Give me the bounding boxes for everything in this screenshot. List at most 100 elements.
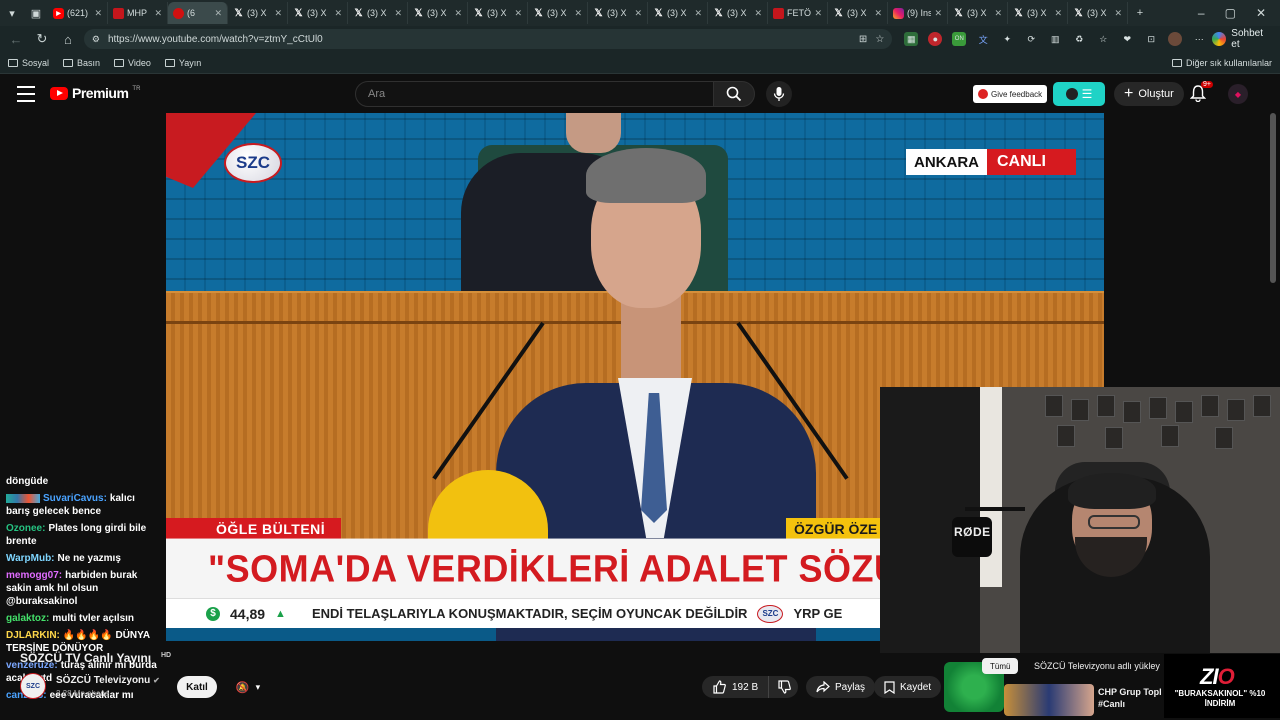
channel-avatar[interactable]: SZC — [20, 673, 46, 699]
reload-button[interactable]: ↻ — [32, 29, 52, 49]
maximize-button[interactable]: ▢ — [1225, 6, 1236, 20]
extension-menu-button[interactable]: ☰ — [1053, 82, 1105, 106]
save-button[interactable]: Kaydet — [874, 676, 942, 698]
browser-tab[interactable]: 𝕏 (3) X ✕ — [648, 2, 708, 24]
youtube-premium-logo[interactable]: Premium TR — [50, 85, 140, 101]
close-tab-icon[interactable]: ✕ — [94, 8, 102, 19]
browser-tab[interactable]: 𝕏 (3) X ✕ — [948, 2, 1008, 24]
recommendation-title[interactable]: CHP Grup Topl #Canlı — [1098, 686, 1168, 710]
close-tab-icon[interactable]: ✕ — [754, 8, 762, 19]
voice-search-button[interactable] — [766, 81, 792, 107]
browser-tab[interactable]: 𝕏 (3) X ✕ — [1008, 2, 1068, 24]
notifications-button[interactable]: 9+ — [1189, 81, 1213, 104]
new-tab-button[interactable]: + — [1128, 2, 1152, 24]
browser-tab[interactable]: (9) Ins ✕ — [888, 2, 948, 24]
chip-all[interactable]: Tümü — [982, 658, 1019, 674]
close-tab-icon[interactable]: ✕ — [574, 8, 582, 19]
bookmark-folder-basin[interactable]: Basın — [63, 58, 100, 68]
browser-tab[interactable]: ▶ (621) ✕ — [48, 2, 108, 24]
close-tab-icon[interactable]: ✕ — [994, 8, 1002, 19]
home-button[interactable]: ⌂ — [58, 29, 78, 49]
address-bar[interactable]: ⚙ https://www.youtube.com/watch?v=ztmY_c… — [83, 29, 893, 49]
bookmark-folder-video[interactable]: Video — [114, 58, 151, 68]
browser-tab[interactable]: 𝕏 (3) X ✕ — [708, 2, 768, 24]
webcam-streamer-glasses — [1088, 515, 1140, 529]
extension-green-icon[interactable]: ON — [952, 32, 967, 46]
x-logo-icon: 𝕏 — [534, 7, 543, 19]
channel-watermark-logo: SZC — [224, 143, 282, 183]
other-bookmarks-folder[interactable]: Diğer sık kullanılanlar — [1171, 58, 1272, 68]
close-tab-icon[interactable]: ✕ — [394, 8, 402, 19]
site-info-icon[interactable]: ⚙ — [92, 34, 100, 45]
search-input[interactable]: Ara — [355, 81, 715, 107]
join-button[interactable]: Katıl — [177, 676, 217, 698]
browser-tab[interactable]: 𝕏 (3) X ✕ — [288, 2, 348, 24]
dislike-button[interactable] — [768, 676, 798, 698]
bookmark-folder-sosyal[interactable]: Sosyal — [8, 58, 49, 68]
browser-tab[interactable]: 𝕏 (3) X ✕ — [828, 2, 888, 24]
minimize-button[interactable]: – — [1198, 6, 1205, 20]
extension-puzzle-icon[interactable]: ✦ — [1000, 32, 1014, 46]
chip-channel-uploads[interactable]: SÖZCÜ Televizyonu adlı yükley — [1030, 658, 1164, 674]
close-tab-icon[interactable]: ✕ — [274, 8, 282, 19]
browser-tab[interactable]: MHP ✕ — [108, 2, 168, 24]
bookmark-star-icon[interactable]: ☆ — [875, 34, 884, 45]
give-feedback-button[interactable]: Give feedback — [973, 85, 1048, 103]
extension-translate-icon[interactable]: 文 — [976, 32, 990, 46]
browser-tab[interactable]: FETÖ ✕ — [768, 2, 828, 24]
close-window-button[interactable]: ✕ — [1256, 6, 1266, 20]
close-tab-icon[interactable]: ✕ — [934, 8, 942, 19]
close-tab-icon[interactable]: ✕ — [514, 8, 522, 19]
more-menu-icon[interactable]: ⋯ — [1192, 32, 1206, 46]
browser-tab[interactable]: 𝕏 (3) X ✕ — [588, 2, 648, 24]
thumbs-down-icon — [777, 680, 791, 694]
close-tab-icon[interactable]: ✕ — [1054, 8, 1062, 19]
account-avatar[interactable]: ◆ — [1228, 84, 1248, 104]
subscription-notifications-button[interactable]: 🔕 ▾ — [226, 676, 270, 698]
microphone-brand: RØDE — [954, 525, 991, 539]
favorites-icon[interactable]: ☆ — [1096, 32, 1110, 46]
share-button[interactable]: Paylaş — [806, 676, 876, 698]
close-tab-icon[interactable]: ✕ — [874, 8, 882, 19]
close-tab-icon[interactable]: ✕ — [1114, 8, 1122, 19]
close-tab-icon[interactable]: ✕ — [634, 8, 642, 19]
bookmark-folder-yayin[interactable]: Yayın — [164, 58, 201, 68]
extension-refresh-icon[interactable]: ⟳ — [1024, 32, 1038, 46]
extension-adblock-icon[interactable]: ● — [928, 32, 943, 46]
like-button[interactable]: 192 B — [702, 676, 769, 698]
profile-avatar[interactable] — [1168, 32, 1183, 46]
x-logo-icon: 𝕏 — [654, 7, 663, 19]
close-tab-icon[interactable]: ✕ — [694, 8, 702, 19]
browser-tab[interactable]: 𝕏 (3) X ✕ — [468, 2, 528, 24]
close-tab-icon[interactable]: ✕ — [454, 8, 462, 19]
screenshot-icon[interactable]: ⊡ — [1144, 32, 1158, 46]
browser-tab[interactable]: 𝕏 (3) X ✕ — [228, 2, 288, 24]
back-button[interactable]: ← — [6, 29, 26, 49]
browser-tab[interactable]: 𝕏 (3) X ✕ — [1068, 2, 1128, 24]
close-tab-icon[interactable]: ✕ — [154, 8, 162, 19]
url-text[interactable]: https://www.youtube.com/watch?v=ztmY_cCt… — [108, 34, 851, 45]
workspaces-icon[interactable]: ▣ — [24, 2, 48, 24]
channel-name[interactable]: SÖZCÜ Televizyonu ✔ — [56, 675, 160, 686]
copilot-chat-button[interactable]: Sohbet et — [1212, 28, 1274, 50]
split-view-icon[interactable]: ▥ — [1048, 32, 1062, 46]
browser-tab[interactable]: 𝕏 (3) X ✕ — [348, 2, 408, 24]
news-site-icon — [773, 7, 784, 19]
browser-tab[interactable]: 𝕏 (3) X ✕ — [408, 2, 468, 24]
page-scrollbar[interactable] — [1270, 113, 1276, 283]
browser-essentials-icon[interactable]: ♻ — [1072, 32, 1086, 46]
tab-list-button[interactable]: ▾ — [0, 2, 24, 24]
chat-message: WarpMub: Ne ne yazmış — [0, 550, 166, 567]
close-tab-icon[interactable]: ✕ — [814, 8, 822, 19]
browser-tab[interactable]: 𝕏 (3) X ✕ — [528, 2, 588, 24]
close-tab-icon[interactable]: ✕ — [214, 8, 222, 19]
create-button[interactable]: + Oluştur — [1114, 82, 1184, 106]
extension-ublock-icon[interactable]: ▦ — [904, 32, 919, 46]
guide-menu-icon[interactable] — [17, 86, 35, 102]
install-app-icon[interactable]: ⊞ — [859, 34, 867, 45]
collections-icon[interactable]: ❤ — [1120, 32, 1134, 46]
browser-tab[interactable]: (6 ✕ — [168, 2, 228, 24]
close-tab-icon[interactable]: ✕ — [334, 8, 342, 19]
search-button[interactable] — [713, 81, 755, 107]
recommendation-video-thumbnail[interactable] — [1004, 684, 1094, 716]
